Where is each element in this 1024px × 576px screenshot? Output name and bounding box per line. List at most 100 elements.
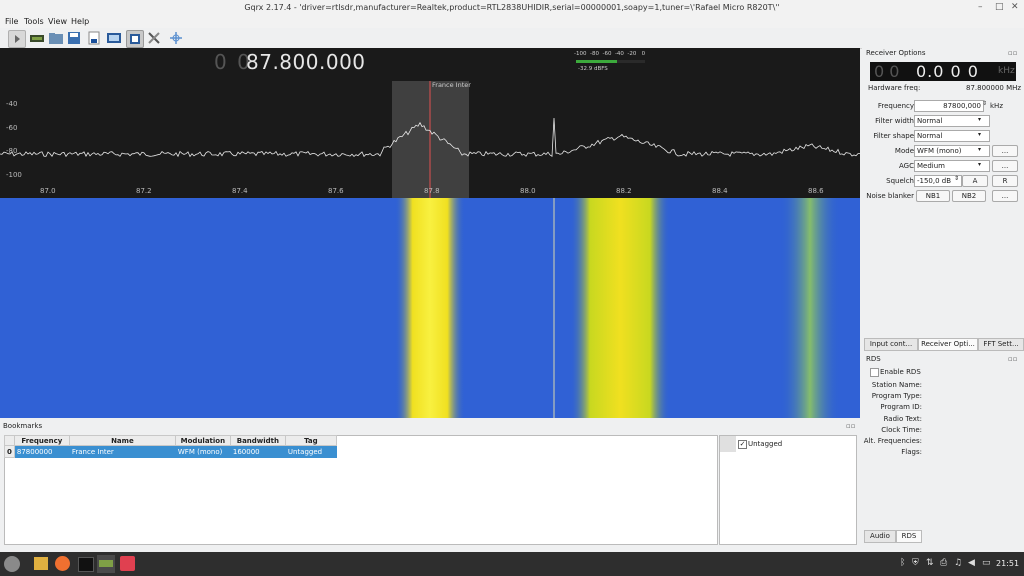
agc-options-button[interactable]: ... [992,160,1018,172]
cell-bandwidth[interactable]: 160000 [229,445,286,458]
tab-fft-settings[interactable]: FFT Sett... [978,338,1024,351]
cell-name[interactable]: France Inter [68,445,176,458]
signal-band-2 [570,198,670,418]
column-bandwidth[interactable]: Bandwidth [229,435,286,446]
lcd-unit: kHz [998,66,1015,76]
nb1-button[interactable]: NB1 [916,190,950,202]
column-modulation[interactable]: Modulation [174,435,231,446]
maximize-button[interactable]: □ [995,2,1004,12]
minimize-button[interactable]: – [978,2,983,12]
rds-radio-text-label: Radio Text: [883,414,922,423]
clock[interactable]: 21:51 [996,559,1019,568]
shield-icon[interactable]: ⛨ [912,558,919,568]
frequency-label: Frequency [877,102,914,110]
x-tick: 88.6 [808,187,824,195]
untagged-checkbox[interactable]: ✓ [738,440,747,449]
taskbar: ᛒ ⛨ ⇅ ⎙ ♫ ◀ ▭ 21:51 [0,552,1024,576]
waterfall-display[interactable] [0,198,860,418]
x-tick: 87.8 [424,187,440,195]
tag-list: ✓ Untagged [719,435,857,545]
menu-tools[interactable]: Tools [24,17,44,26]
save-settings-icon[interactable] [86,30,102,46]
screenshot-icon[interactable] [106,30,122,46]
dock-float-icon[interactable]: ▫▫ [1008,355,1018,363]
cell-modulation[interactable]: WFM (mono) [174,445,231,458]
x-tick: 87.0 [40,187,56,195]
mode-options-button[interactable]: ... [992,145,1018,157]
tools-icon[interactable] [146,30,162,46]
bluetooth-icon[interactable]: ᛒ [900,558,905,568]
gqrx-taskbar-icon[interactable] [97,555,115,573]
y-tick: -60 [6,124,18,132]
chevron-down-icon: ▾ [978,161,982,168]
spectrum-svg [0,60,860,198]
hw-freq-value: 87.800000 MHz [966,84,1022,92]
table-row[interactable]: 0 87800000 France Inter WFM (mono) 16000… [4,445,337,458]
terminal-icon[interactable] [78,557,94,572]
remote-control-icon[interactable] [126,30,144,48]
open-folder-icon[interactable] [48,30,64,46]
rds-program-type-label: Program Type: [871,392,922,401]
column-frequency[interactable]: Frequency [13,435,70,446]
menu-view[interactable]: View [48,17,67,26]
squelch-auto-button[interactable]: A [962,175,988,187]
tab-input-controls[interactable]: Input cont... [864,338,918,351]
waterfall-svg [0,198,860,418]
tab-rds[interactable]: RDS [896,530,922,543]
tag-list-gutter [720,436,736,452]
music-icon[interactable]: ♫ [954,558,962,568]
bookmark-marker-label[interactable]: France Inter [432,81,471,89]
cell-frequency[interactable]: 87800000 [13,445,70,458]
menu-file[interactable]: File [5,17,18,26]
center-frequency[interactable]: 87.800.000 [246,50,366,74]
column-name[interactable]: Name [68,435,176,446]
rds-alt-freq-label: Alt. Frequencies: [863,437,922,446]
x-tick: 88.4 [712,187,728,195]
menu-logo-icon[interactable] [4,556,20,572]
spectrum-plot[interactable]: 0 0 87.800.000 -100 -80 -60 -40 -20 0 -3… [0,48,860,198]
receiver-options-title: Receiver Options [866,49,926,57]
firefox-icon[interactable] [55,556,70,571]
frequency-input[interactable]: 87800,000 [914,100,984,112]
smeter-level [576,60,617,63]
column-tag[interactable]: Tag [284,435,337,446]
network-icon[interactable]: ⇅ [926,558,934,568]
rds-flags-label: Flags: [901,448,922,457]
row-index: 0 [4,445,15,458]
chevron-down-icon: ▾ [978,146,982,153]
rds-fields: Station Name: Program Type: Program ID: … [862,380,922,458]
dock-float-icon[interactable]: ▫▫ [1008,49,1018,57]
menu-help[interactable]: Help [71,17,89,26]
squelch-spin-icon[interactable]: ⇕ [954,175,959,182]
noise-blanker-label: Noise blanker [866,192,914,200]
volume-icon[interactable]: ◀ [968,558,975,568]
nb-options-button[interactable]: ... [992,190,1018,202]
tab-audio[interactable]: Audio [864,530,896,543]
tab-receiver-options[interactable]: Receiver Opti... [918,338,978,351]
right-dock: Receiver Options ▫▫ 0 0 0.0 0 0 kHz Hard… [862,48,1024,546]
bookmarks-panel: Bookmarks ▫▫ Frequency Name Modulation B… [0,419,860,546]
row-index-header [4,435,15,446]
battery-icon[interactable]: ▭ [982,558,991,568]
y-tick: -100 [6,171,22,179]
files-icon[interactable] [34,557,48,570]
lcd-digits: 0.0 0 0 [916,62,979,81]
squelch-reset-button[interactable]: R [992,175,1018,187]
chevron-down-icon: ▾ [978,131,982,138]
smeter-value: -32.9 dBFS [578,66,608,72]
frequency-spin-icon[interactable]: ⇕ [982,100,987,107]
window-title: Gqrx 2.17.4 - 'driver=rtlsdr,manufacture… [244,3,780,12]
close-button[interactable]: ✕ [1011,2,1019,12]
start-dsp-icon[interactable] [8,30,26,48]
fullscreen-icon[interactable] [168,30,184,46]
lcd-frequency-display[interactable]: 0 0 0.0 0 0 kHz [870,62,1016,81]
enable-rds-checkbox[interactable] [870,368,879,377]
save-icon[interactable] [66,30,82,46]
printer-icon[interactable]: ⎙ [940,558,947,568]
cell-tag[interactable]: Untagged [284,445,337,458]
rds-clock-time-label: Clock Time: [881,425,922,434]
dock-float-icon[interactable]: ▫▫ [846,422,856,430]
image-viewer-icon[interactable] [120,556,135,571]
nb2-button[interactable]: NB2 [952,190,986,202]
device-icon[interactable] [29,30,45,46]
